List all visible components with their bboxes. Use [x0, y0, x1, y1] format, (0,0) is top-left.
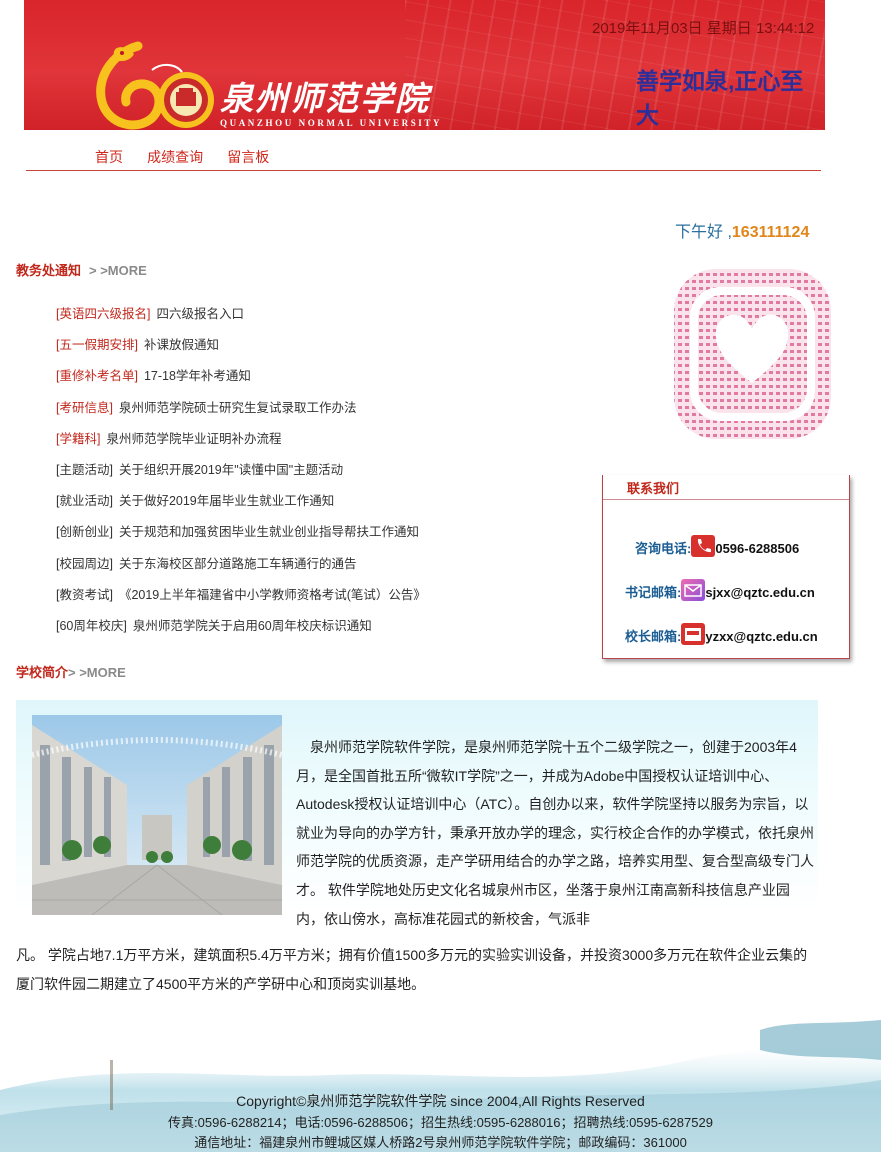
notice-tag: [学籍科] — [56, 431, 101, 446]
contact-secretary-row: 书记邮箱: sjxx@qztc.edu.cn — [625, 579, 815, 601]
contact-phone-row: 咨询电话: 0596-6288506 — [635, 535, 799, 557]
notice-link[interactable]: 关于组织开展2019年"读懂中国"主题活动 — [119, 463, 343, 477]
notice-item[interactable]: [创新创业] 关于规范和加强贫困毕业生就业创业指导帮扶工作通知 — [56, 523, 616, 554]
notice-link[interactable]: 泉州师范学院关于启用60周年校庆标识通知 — [133, 619, 372, 633]
notices-more-link[interactable]: > >MORE — [89, 263, 147, 278]
campus-photo — [32, 715, 282, 915]
notice-tag: [就业活动] — [56, 494, 113, 509]
anniversary-60-logo-icon — [96, 41, 214, 130]
notice-tag: [英语四六级报名] — [56, 307, 151, 321]
school-name-english: QUANZHOU NORMAL UNIVERSITY — [220, 118, 443, 128]
notice-item[interactable]: [主题活动] 关于组织开展2019年"读懂中国"主题活动 — [56, 461, 616, 492]
secretary-email-label: 书记邮箱: — [625, 585, 682, 600]
notice-tag: [60周年校庆] — [56, 618, 127, 633]
phone-icon — [691, 535, 716, 557]
notice-link[interactable]: 17-18学年补考通知 — [144, 369, 251, 383]
footer-address: 通信地址：福建泉州市鲤城区媒人桥路2号泉州师范学院软件学院；邮政编码：36100… — [194, 1135, 687, 1150]
mail-icon — [681, 579, 706, 601]
president-email-label: 校长邮箱: — [625, 629, 682, 644]
intro-section-header: 学校简介> >MORE — [16, 662, 126, 681]
intro-more-link[interactable]: > >MORE — [68, 665, 126, 680]
contact-title: 联系我们 — [627, 481, 680, 496]
intro-title: 学校简介 — [16, 665, 69, 680]
heart-word-cloud-image — [674, 269, 831, 439]
notice-item[interactable]: [校园周边] 关于东海校区部分道路施工车辆通行的通告 — [56, 555, 616, 586]
notice-item[interactable]: [教资考试] 《2019上半年福建省中小学教师资格考试(笔试）公告》 — [56, 586, 616, 617]
nav-divider — [26, 170, 821, 171]
notice-tag: [校园周边] — [56, 556, 113, 571]
phone-label: 咨询电话: — [635, 541, 692, 556]
header-banner: 泉州师范学院 QUANZHOU NORMAL UNIVERSITY 2019年1… — [24, 0, 825, 130]
main-nav: 首页 成绩查询 留言板 — [95, 147, 289, 167]
notice-item[interactable]: [学籍科] 泉州师范学院毕业证明补办流程 — [56, 430, 616, 461]
notice-tag: [考研信息] — [56, 400, 113, 415]
secretary-email-link[interactable]: sjxx@qztc.edu.cn — [705, 585, 814, 600]
notice-item[interactable]: [英语四六级报名] 四六级报名入口 — [56, 305, 616, 336]
notices-title: 教务处通知 — [16, 263, 82, 278]
user-greeting: 下午好 ,163111124 — [675, 218, 809, 242]
notice-item[interactable]: [五一假期安排] 补课放假通知 — [56, 336, 616, 367]
notice-link[interactable]: 《2019上半年福建省中小学教师资格考试(笔试）公告》 — [119, 588, 426, 602]
notice-link[interactable]: 关于东海校区部分道路施工车辆通行的通告 — [119, 557, 357, 571]
notice-tag: [创新创业] — [56, 525, 113, 540]
nav-message-board-link[interactable]: 留言板 — [227, 149, 269, 165]
phone-number: 0596-6288506 — [715, 541, 800, 556]
notices-section-header: 教务处通知 > >MORE — [16, 260, 147, 279]
notice-link[interactable]: 关于规范和加强贫困毕业生就业创业指导帮扶工作通知 — [119, 525, 419, 539]
current-datetime: 2019年11月03日 星期日 13:44:12 — [592, 20, 815, 37]
notice-link[interactable]: 泉州师范学院毕业证明补办流程 — [106, 432, 281, 446]
contact-header: 联系我们 — [603, 475, 849, 500]
president-email-link[interactable]: yzxx@qztc.edu.cn — [705, 629, 817, 644]
notice-link[interactable]: 补课放假通知 — [144, 338, 219, 352]
contact-president-row: 校长邮箱: yzxx@qztc.edu.cn — [625, 623, 818, 645]
notice-item[interactable]: [60周年校庆] 泉州师范学院关于启用60周年校庆标识通知 — [56, 617, 616, 648]
notice-tag: [主题活动] — [56, 462, 113, 477]
school-motto: 善学如泉,正心至大 — [636, 68, 804, 128]
intro-paragraph: 泉州师范学院软件学院，是泉州师范学院十五个二级学院之一，创建于2003年4月，是… — [296, 739, 814, 927]
contact-panel: 联系我们 咨询电话: 0596-6288506 书记邮箱: sjxx@qztc.ed… — [602, 475, 850, 659]
footer-copyright: Copyright©泉州师范学院软件学院 since 2004,All Righ… — [236, 1093, 645, 1109]
notices-list: [英语四六级报名] 四六级报名入口 [五一假期安排] 补课放假通知 [重修补考名单]… — [56, 305, 616, 648]
notice-link[interactable]: 关于做好2019年届毕业生就业工作通知 — [119, 494, 334, 508]
school-name-logo: 泉州师范学院 — [220, 79, 430, 118]
nav-home-link[interactable]: 首页 — [95, 149, 123, 165]
mailbox-icon — [681, 623, 706, 645]
notice-item[interactable]: [就业活动] 关于做好2019年届毕业生就业工作通知 — [56, 492, 616, 523]
greeting-user-id: 163111124 — [731, 224, 810, 241]
notice-tag: [重修补考名单] — [56, 369, 138, 384]
notice-tag: [教资考试] — [56, 587, 113, 602]
footer-phones: 传真:0596-6288214；电话:0596-6288506；招生热线:059… — [168, 1115, 713, 1130]
nav-grades-link[interactable]: 成绩查询 — [147, 149, 203, 165]
notice-item[interactable]: [重修补考名单] 17-18学年补考通知 — [56, 367, 616, 398]
notice-link[interactable]: 四六级报名入口 — [156, 307, 244, 321]
greeting-text: 下午好 , — [675, 224, 732, 241]
notice-link[interactable]: 泉州师范学院硕士研究生复试录取工作办法 — [119, 401, 357, 415]
notice-tag: [五一假期安排] — [56, 338, 138, 353]
notice-item[interactable]: [考研信息] 泉州师范学院硕士研究生复试录取工作办法 — [56, 399, 616, 430]
intro-paragraph-continued: 凡。 学院占地7.1万平方米，建筑面积5.4万平方米；拥有价值1500多万元的实… — [16, 947, 808, 992]
